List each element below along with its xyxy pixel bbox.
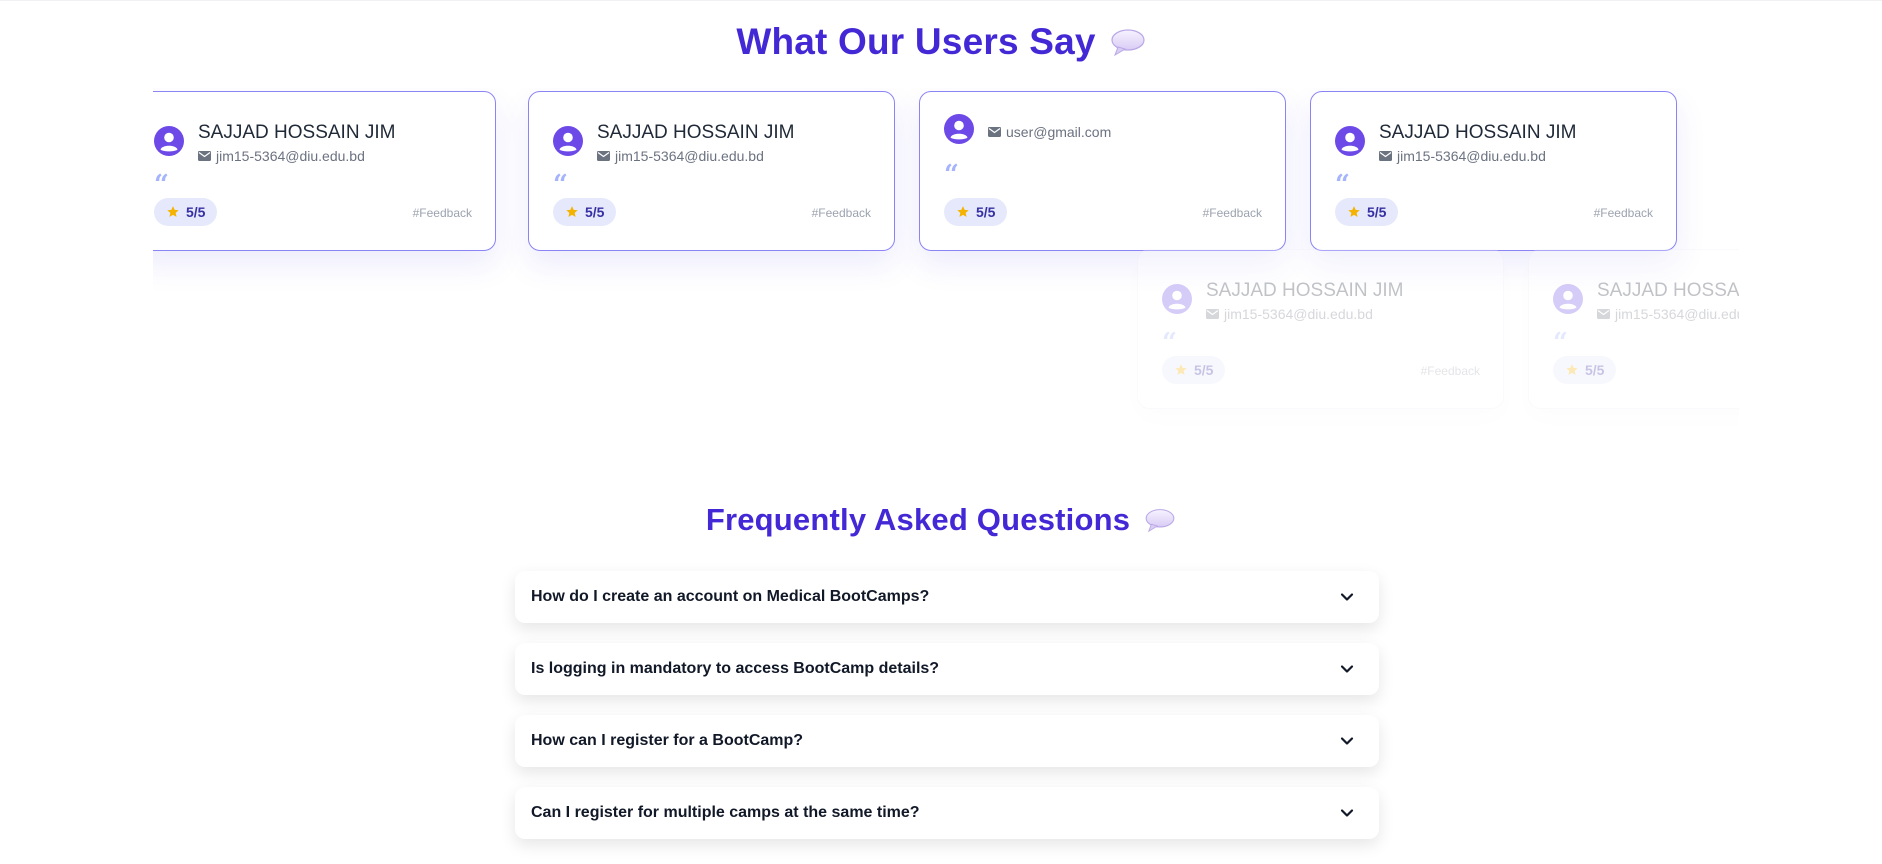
rating-value: 5/5 <box>976 204 996 220</box>
chevron-down-icon[interactable] <box>1339 805 1355 821</box>
rating-value: 5/5 <box>585 204 605 220</box>
chevron-down-icon[interactable] <box>1339 589 1355 605</box>
testimonials-title: What Our Users Say <box>736 21 1096 62</box>
rating-value: 5/5 <box>1367 204 1387 220</box>
user-avatar-icon <box>553 126 583 156</box>
reviewer-email: jim15-5364@diu.edu.bd <box>1206 306 1373 322</box>
reviewer-name: SAJJAD HOSSAIN <box>1597 280 1739 301</box>
feedback-tag: #Feedback <box>1420 364 1480 378</box>
reviewer-email-text: jim15-5364@diu.edu.bd <box>615 148 764 164</box>
rating-badge: 5/5 <box>553 198 617 226</box>
top-divider <box>0 0 1882 1</box>
faq-item[interactable]: Is logging in mandatory to access BootCa… <box>515 643 1379 695</box>
quote-icon: “ <box>1553 328 1568 358</box>
rating-badge: 5/5 <box>1162 356 1226 384</box>
reviewer-email-text: jim15-5364@diu.edu.bd <box>1397 148 1546 164</box>
rating-value: 5/5 <box>1194 362 1214 378</box>
testimonial-card: user@gmail.com “ 5/5 #Feedback <box>919 91 1286 251</box>
testimonial-card: SAJJAD HOSSAIN JIM jim15-5364@diu.edu.bd… <box>1310 91 1677 251</box>
mail-icon <box>1206 309 1219 319</box>
reviewer-name: SAJJAD HOSSAIN JIM <box>1206 280 1404 301</box>
faq-item[interactable]: How can I register for a BootCamp? <box>515 715 1379 767</box>
quote-icon: “ <box>944 160 959 190</box>
feedback-tag: #Feedback <box>1202 206 1262 220</box>
testimonials-slider[interactable]: SAJJAD HOSSAIN JIM jim15-5364@diu.edu.bd… <box>153 88 1739 458</box>
rating-badge: 5/5 <box>1335 198 1399 226</box>
reviewer-email-text: jim15-5364@diu.edu.bd <box>1224 306 1373 322</box>
faq-question: Can I register for multiple camps at the… <box>531 804 920 821</box>
user-avatar-icon <box>1553 284 1583 314</box>
faq-question: Is logging in mandatory to access BootCa… <box>531 660 940 677</box>
feedback-tag: #Feedback <box>412 206 472 220</box>
quote-icon: “ <box>1335 170 1350 200</box>
user-avatar-icon <box>154 126 184 156</box>
quote-icon: “ <box>1162 328 1177 358</box>
testimonial-card: SAJJAD HOSSAIN JIM jim15-5364@diu.edu.bd… <box>528 91 895 251</box>
reviewer-email: jim15-5364@diu.edu <box>1597 306 1739 322</box>
rating-value: 5/5 <box>186 204 206 220</box>
reviewer-email-text: jim15-5364@diu.edu.bd <box>216 148 365 164</box>
user-avatar-icon <box>1335 126 1365 156</box>
rating-badge: 5/5 <box>944 198 1008 226</box>
reviewer-email: user@gmail.com <box>988 124 1111 140</box>
rating-value: 5/5 <box>1585 362 1605 378</box>
reviewer-email: jim15-5364@diu.edu.bd <box>198 148 365 164</box>
chevron-down-icon[interactable] <box>1339 661 1355 677</box>
mail-icon <box>1379 151 1392 161</box>
faq-item[interactable]: Can I register for multiple camps at the… <box>515 787 1379 839</box>
star-icon <box>1175 364 1187 375</box>
testimonials-heading: What Our Users Say <box>0 18 1882 66</box>
reviewer-email-text: user@gmail.com <box>1006 124 1112 140</box>
testimonial-card: SAJJAD HOSSAIN JIM jim15-5364@diu.edu.bd… <box>1137 249 1504 409</box>
mail-icon <box>1597 309 1610 319</box>
mail-icon <box>198 151 211 161</box>
reviewer-email: jim15-5364@diu.edu.bd <box>597 148 764 164</box>
faq-question: How do I create an account on Medical Bo… <box>531 588 930 605</box>
faq-question: How can I register for a BootCamp? <box>531 732 804 749</box>
speech-bubble-icon <box>1144 507 1176 533</box>
rating-badge: 5/5 <box>154 198 218 226</box>
star-icon <box>957 206 969 217</box>
testimonial-card: SAJJAD HOSSAIN jim15-5364@diu.edu “ 5/5 <box>1528 249 1739 409</box>
testimonial-card: SAJJAD HOSSAIN JIM jim15-5364@diu.edu.bd… <box>153 91 496 251</box>
faq-title: Frequently Asked Questions <box>705 502 1131 537</box>
reviewer-name: SAJJAD HOSSAIN JIM <box>198 122 396 143</box>
reviewer-email-text: jim15-5364@diu.edu <box>1615 306 1739 322</box>
chevron-down-icon[interactable] <box>1339 733 1355 749</box>
star-icon <box>566 206 578 217</box>
star-icon <box>1348 206 1360 217</box>
mail-icon <box>597 151 610 161</box>
user-avatar-icon <box>944 114 974 144</box>
faq-item[interactable]: How do I create an account on Medical Bo… <box>515 571 1379 623</box>
star-icon <box>1566 364 1578 375</box>
feedback-tag: #Feedback <box>811 206 871 220</box>
reviewer-name: SAJJAD HOSSAIN JIM <box>1379 122 1577 143</box>
feedback-tag: #Feedback <box>1593 206 1653 220</box>
reviewer-email: jim15-5364@diu.edu.bd <box>1379 148 1546 164</box>
faq-heading: Frequently Asked Questions <box>0 498 1882 542</box>
reviewer-name: SAJJAD HOSSAIN JIM <box>597 122 795 143</box>
rating-badge: 5/5 <box>1553 356 1617 384</box>
speech-bubble-icon <box>1110 27 1146 57</box>
quote-icon: “ <box>154 170 169 200</box>
quote-icon: “ <box>553 170 568 200</box>
user-avatar-icon <box>1162 284 1192 314</box>
star-icon <box>167 206 179 217</box>
mail-icon <box>988 127 1001 137</box>
